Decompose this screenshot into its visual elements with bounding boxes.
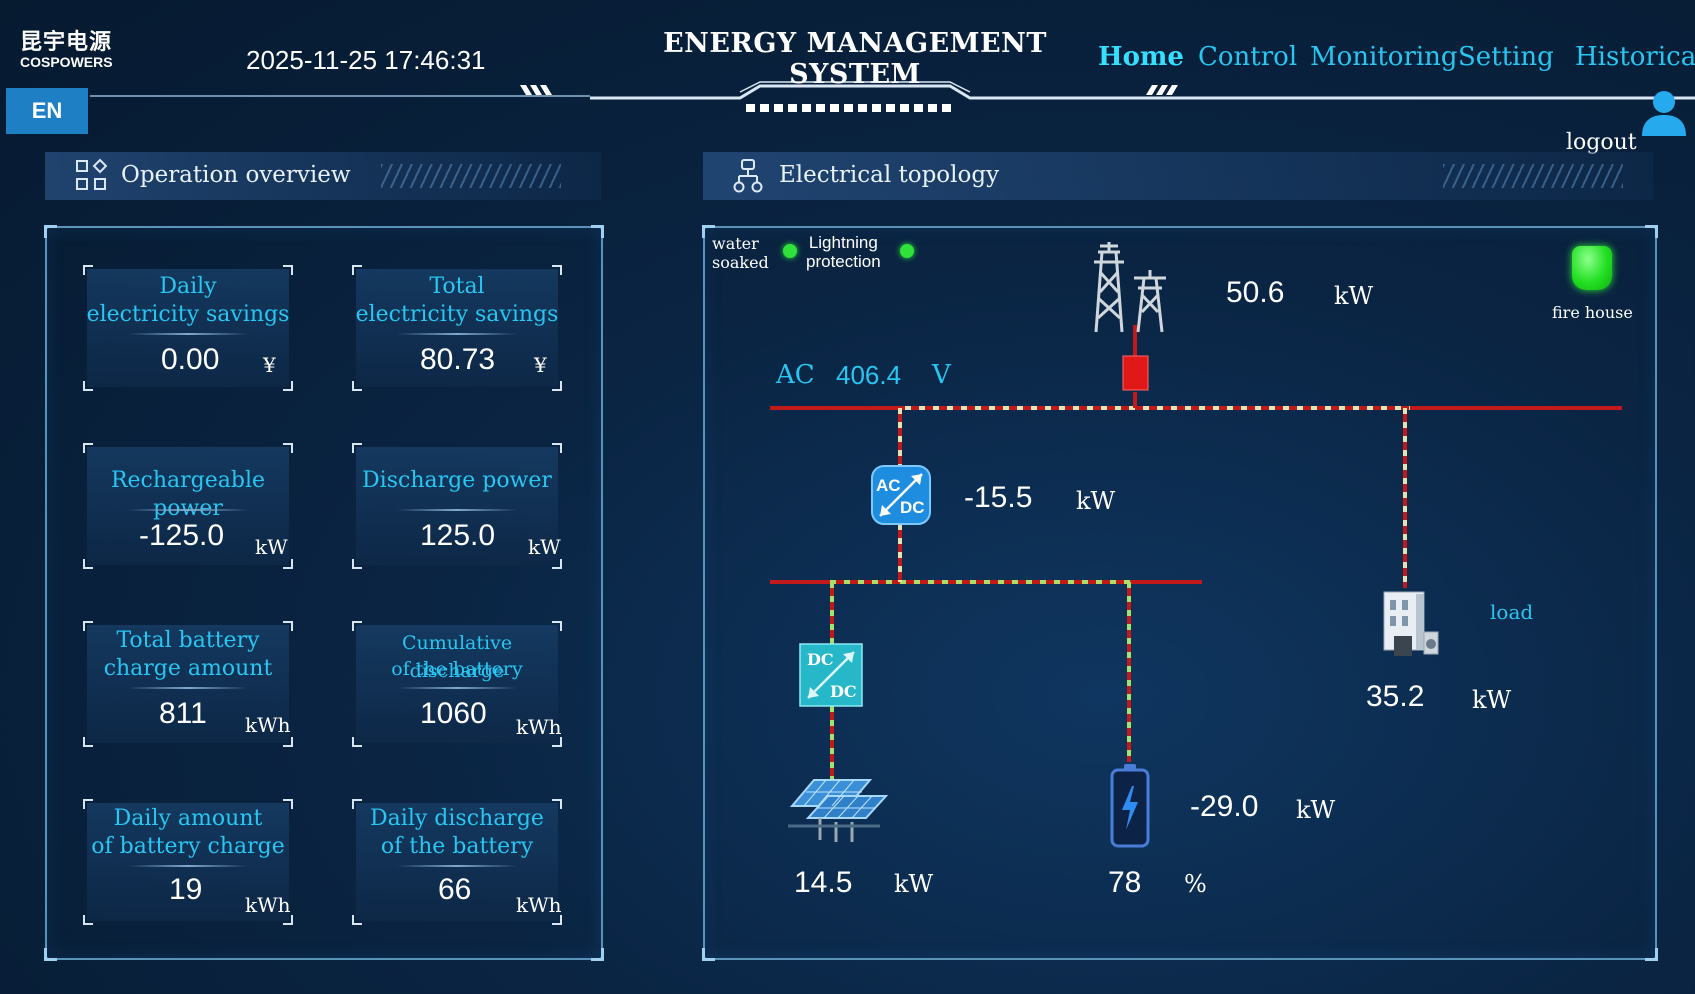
solar-panel-icon — [788, 779, 889, 842]
ac-dc-icon-top: AC — [876, 476, 901, 495]
battery-soc-unit: % — [1184, 870, 1207, 898]
pcs-power-value: -15.5 — [964, 481, 1033, 514]
pv-power-value: 14.5 — [794, 866, 853, 899]
ac-dc-icon-bottom: DC — [900, 498, 925, 517]
load-power-value: 35.2 — [1366, 680, 1425, 713]
ac-bus-voltage-unit: V — [932, 360, 951, 390]
grid-tower-icon — [1094, 242, 1166, 333]
load-power-unit: kW — [1472, 686, 1512, 714]
battery-power-value: -29.0 — [1190, 790, 1259, 823]
load-building-icon — [1383, 591, 1439, 656]
dc-dc-icon-top: DC — [807, 650, 834, 669]
load-label: load — [1490, 600, 1534, 624]
battery-icon — [1110, 764, 1150, 848]
grid-power-value: 50.6 — [1226, 276, 1285, 309]
topology-diagram — [770, 242, 1622, 848]
grid-power-unit: kW — [1334, 282, 1374, 310]
pv-power-unit: kW — [894, 870, 934, 898]
ac-bus-voltage-value: 406.4 — [836, 360, 902, 390]
dc-dc-icon-bottom: DC — [830, 682, 857, 701]
battery-soc-value: 78 — [1108, 866, 1142, 899]
pcs-power-unit: kW — [1076, 487, 1116, 515]
battery-power-unit: kW — [1296, 796, 1336, 824]
ac-bus-prefix: AC — [776, 360, 815, 390]
